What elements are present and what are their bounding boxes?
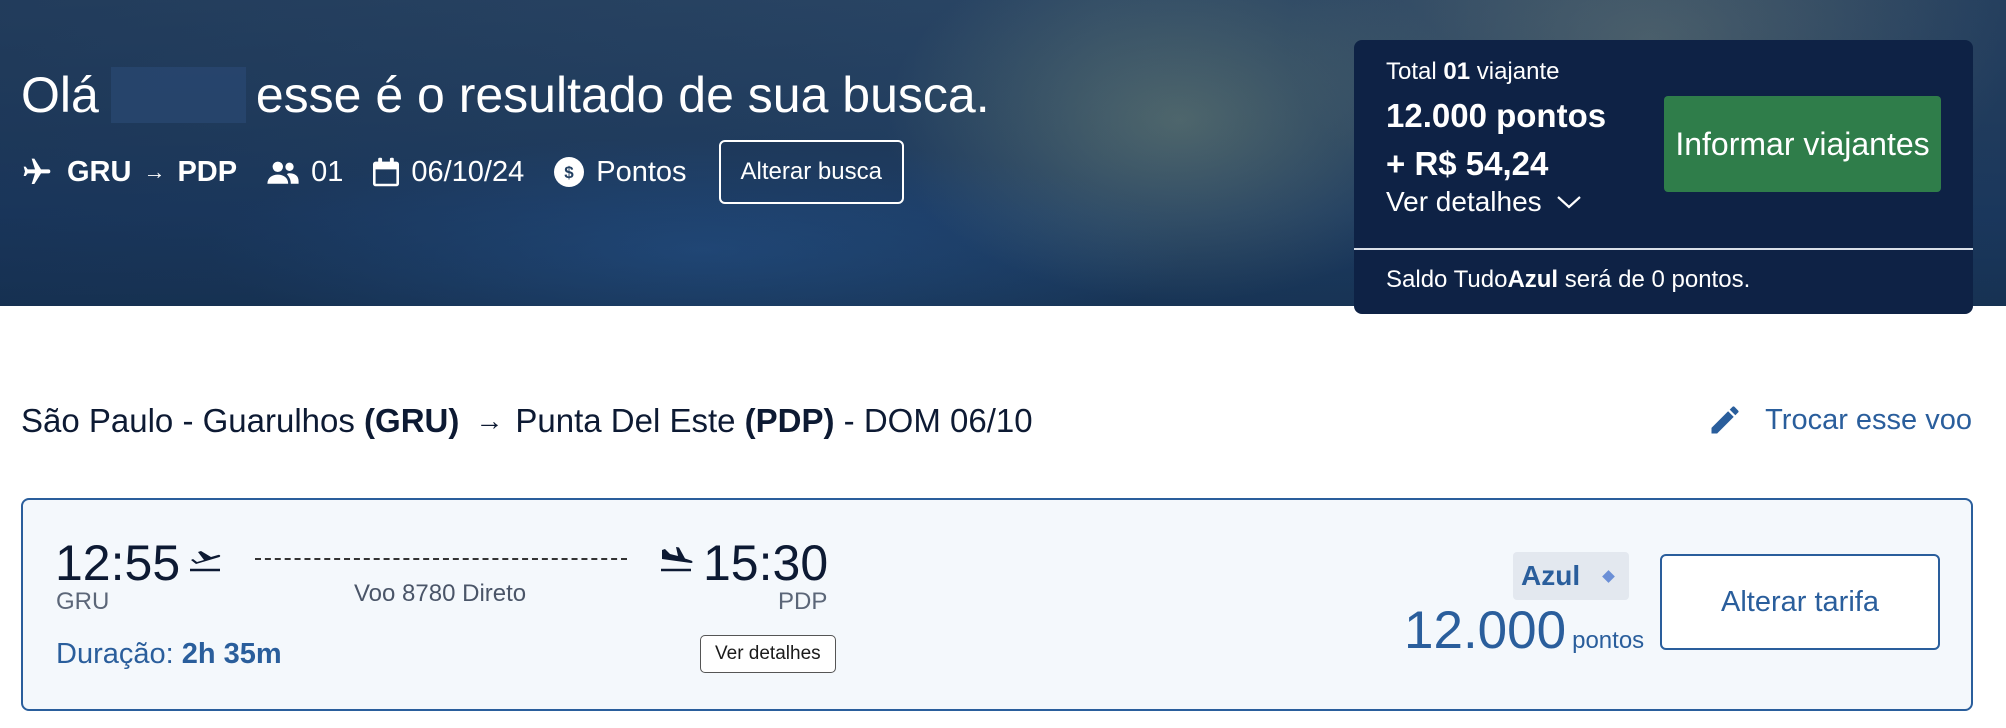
flight-details-button[interactable]: Ver detalhes [700, 635, 836, 673]
greeting: Olá esse é o resultado de sua busca. [21, 66, 990, 124]
traveler-count: 01 [1443, 58, 1471, 85]
dollar-coin-icon: $ [554, 157, 585, 187]
passengers-icon [267, 159, 299, 185]
origin-city-code: (GRU) [364, 402, 460, 439]
departure-time: 12:55 [55, 535, 181, 591]
change-fare-button[interactable]: Alterar tarifa [1660, 554, 1940, 650]
currency-label: Pontos [596, 155, 687, 188]
diamond-icon [1602, 569, 1615, 583]
flight-duration: Duração: 2h 35m [56, 638, 282, 671]
chevron-down-icon [1542, 194, 1582, 210]
view-details-toggle[interactable]: Ver detalhes [1386, 186, 1582, 218]
fare-badge: Azul [1513, 552, 1629, 600]
saldo-brand: Azul [1507, 266, 1559, 293]
fare-price: 12.000 pontos [1404, 600, 1644, 661]
route-heading: São Paulo - Guarulhos (GRU) → Punta Del … [21, 402, 1033, 440]
origin-code: GRU [67, 155, 132, 188]
passengers-segment: 01 [267, 156, 343, 189]
svg-text:$: $ [565, 163, 575, 182]
greeting-hello: Olá [21, 67, 99, 123]
destination-city: Punta Del Este [515, 402, 736, 439]
greeting-text: esse é o resultado de sua busca. [255, 67, 990, 123]
points-balance-note: Saldo TudoAzul será de 0 pontos. [1386, 266, 1750, 294]
flight-option-card[interactable]: 12:55 15:30 GRU Voo 8780 Direto PDP Dura… [21, 498, 1973, 711]
summary-divider [1354, 248, 1973, 250]
change-flight-link[interactable]: Trocar esse voo [1707, 402, 1972, 438]
route-arrow: → [143, 159, 166, 184]
enter-travelers-button[interactable]: Informar viajantes [1664, 96, 1941, 192]
saldo-suffix: será de 0 pontos. [1564, 266, 1751, 293]
takeoff-icon [188, 544, 222, 579]
arrival-time: 15:30 [703, 535, 829, 591]
duration-value: 2h 35m [181, 638, 282, 670]
pencil-icon [1707, 402, 1765, 438]
route-dashed-line [255, 558, 627, 560]
summary-cash: + R$ 54,24 [1386, 145, 1549, 182]
route-heading-arrow: → [475, 405, 504, 436]
search-summary-row: GRU → PDP 01 06/10/24 $ Pontos Alterar b… [21, 140, 904, 204]
alter-search-button[interactable]: Alterar busca [718, 140, 904, 204]
change-flight-label: Trocar esse voo [1765, 403, 1972, 436]
fare-price-value: 12.000 [1404, 601, 1567, 660]
plane-icon [21, 156, 53, 188]
flight-number-info: Voo 8780 Direto [354, 580, 527, 607]
fare-badge-label: Azul [1521, 560, 1581, 591]
summary-points: 12.000 pontos [1386, 97, 1607, 134]
calendar-icon [373, 157, 400, 187]
route-segment: GRU → PDP [21, 156, 237, 189]
date-segment: 06/10/24 [373, 156, 524, 189]
currency-segment: $ Pontos [554, 155, 687, 189]
route-date: - DOM 06/10 [843, 402, 1033, 439]
booking-summary-card: Total 01 viajante 12.000 pontos + R$ 54,… [1354, 40, 1973, 314]
destination-city-code: (PDP) [744, 402, 835, 439]
landing-icon [659, 544, 693, 579]
summary-price: 12.000 pontos + R$ 54,24 [1386, 92, 1606, 188]
traveler-total: Total 01 viajante [1386, 58, 1559, 86]
origin-city: São Paulo - Guarulhos [21, 402, 355, 439]
view-details-label: Ver detalhes [1386, 186, 1542, 217]
total-prefix: Total [1386, 58, 1437, 85]
total-suffix: viajante [1476, 58, 1560, 85]
user-name-mask [110, 67, 246, 123]
saldo-prefix: Saldo Tudo [1386, 266, 1508, 293]
passenger-count: 01 [311, 155, 344, 188]
destination-code: PDP [177, 155, 238, 188]
duration-label: Duração: [56, 638, 174, 670]
departure-airport-code: GRU [56, 588, 110, 615]
travel-date: 06/10/24 [411, 155, 525, 188]
arrival-airport-code: PDP [778, 588, 828, 615]
fare-price-unit: pontos [1572, 627, 1645, 654]
